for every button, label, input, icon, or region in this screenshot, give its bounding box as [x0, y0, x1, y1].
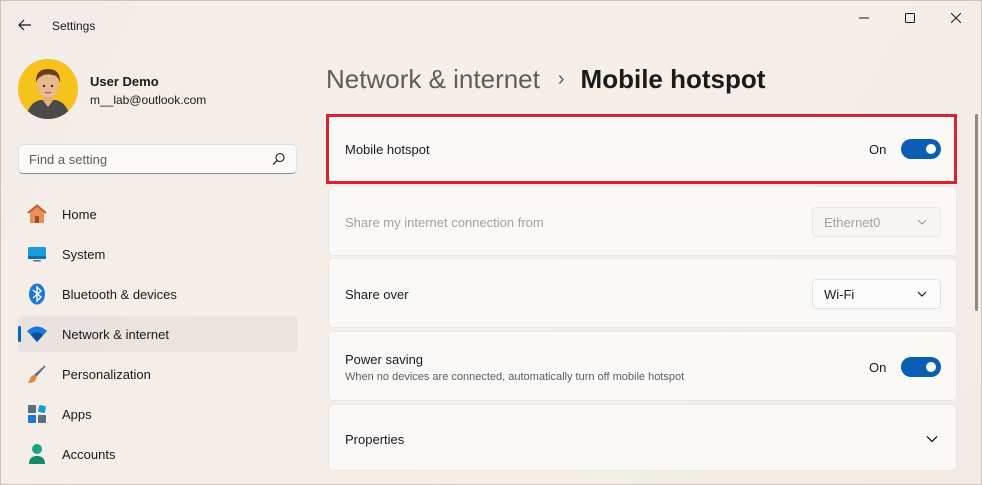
search-icon[interactable] [272, 152, 286, 166]
power-saving-toggle[interactable] [901, 357, 941, 377]
user-name: User Demo [90, 74, 159, 89]
sidebar-nav: Home System Bluetooth & devices Network … [18, 196, 298, 476]
brush-icon [26, 363, 48, 385]
sidebar-item-label: System [62, 246, 106, 262]
scrollbar[interactable] [975, 114, 978, 311]
close-button[interactable] [933, 1, 979, 35]
share-from-value: Ethernet0 [824, 215, 881, 230]
properties-label: Properties [345, 432, 405, 447]
mobile-hotspot-toggle[interactable] [901, 139, 941, 159]
power-saving-state: On [869, 360, 887, 375]
sidebar-item-label: Bluetooth & devices [62, 286, 177, 302]
page-title: Mobile hotspot [580, 63, 766, 94]
sidebar-item-bluetooth[interactable]: Bluetooth & devices [18, 276, 298, 312]
mobile-hotspot-label: Mobile hotspot [345, 142, 430, 157]
wifi-icon [26, 323, 48, 345]
bluetooth-icon [26, 283, 48, 305]
share-over-dropdown[interactable]: Wi-Fi [812, 279, 941, 309]
chevron-down-icon [917, 291, 927, 297]
sidebar-item-personalization[interactable]: Personalization [18, 356, 298, 392]
properties-card[interactable]: Properties [328, 404, 957, 471]
app-title: Settings [52, 19, 96, 33]
breadcrumb-separator: › [557, 67, 565, 90]
share-over-label: Share over [345, 287, 409, 302]
mobile-hotspot-card: Mobile hotspot On [328, 116, 957, 183]
person-icon [26, 443, 48, 465]
power-saving-label: Power saving [345, 352, 424, 367]
sidebar-item-accounts[interactable]: Accounts [18, 436, 298, 472]
sidebar-item-label: Home [62, 206, 97, 222]
avatar[interactable] [18, 59, 78, 119]
toggle-knob [926, 362, 936, 372]
system-icon [26, 243, 48, 265]
share-from-dropdown[interactable]: Ethernet0 [812, 207, 941, 237]
sidebar-item-label: Accounts [62, 446, 116, 462]
share-from-card: Share my internet connection from Ethern… [328, 186, 957, 256]
breadcrumb-parent[interactable]: Network & internet [326, 64, 540, 95]
sidebar-item-label: Personalization [62, 366, 151, 382]
share-over-value: Wi-Fi [824, 287, 855, 302]
avatar-image [18, 59, 78, 119]
home-icon [26, 203, 48, 225]
sidebar-item-network[interactable]: Network & internet [18, 316, 298, 352]
back-button[interactable] [11, 11, 39, 39]
chevron-down-icon[interactable] [926, 435, 938, 443]
mobile-hotspot-state: On [869, 142, 887, 157]
search-input[interactable] [19, 145, 259, 173]
chevron-down-icon [917, 219, 927, 225]
sidebar-item-system[interactable]: System [18, 236, 298, 272]
share-from-label: Share my internet connection from [345, 215, 544, 230]
power-saving-description: When no devices are connected, automatic… [345, 371, 685, 383]
toggle-knob [926, 144, 936, 154]
settings-window: Settings User Demo m__lab@outlook.com Fi… [0, 0, 982, 485]
share-over-card: Share over Wi-Fi [328, 258, 957, 328]
search-box [18, 144, 297, 174]
title-bar: Settings [1, 1, 981, 41]
user-email: m__lab@outlook.com [90, 93, 207, 107]
maximize-button[interactable] [887, 1, 933, 35]
minimize-button[interactable] [841, 1, 887, 35]
breadcrumb: Network & internet › Mobile hotspot [326, 61, 765, 97]
sidebar-item-label: Apps [62, 406, 92, 422]
minimize-icon [859, 17, 869, 19]
apps-icon [26, 403, 48, 425]
maximize-icon [905, 13, 915, 23]
power-saving-card: Power saving When no devices are connect… [328, 331, 957, 401]
sidebar-item-home[interactable]: Home [18, 196, 298, 232]
close-icon [951, 13, 961, 23]
back-arrow-icon [18, 19, 31, 31]
sidebar-item-label: Network & internet [62, 326, 169, 342]
sidebar-item-apps[interactable]: Apps [18, 396, 298, 432]
